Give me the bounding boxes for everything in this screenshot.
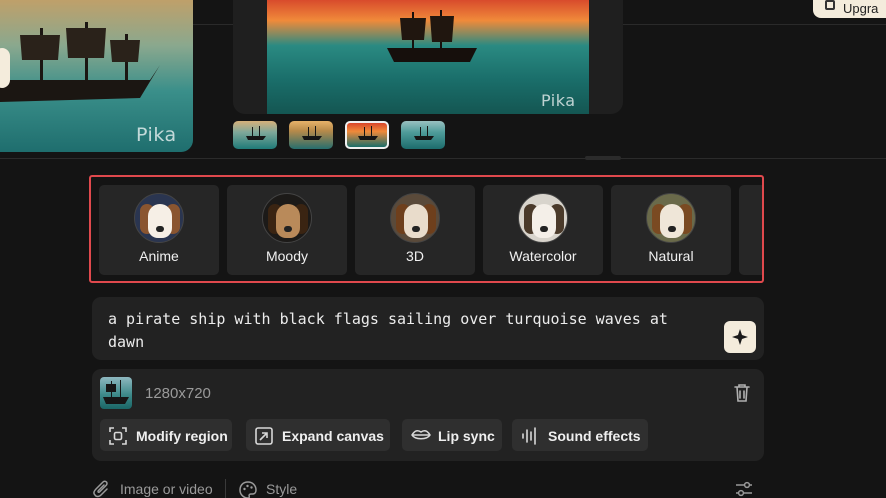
style-card-more[interactable] <box>739 185 762 275</box>
resize-grip[interactable] <box>585 156 621 160</box>
video-frame: Pika <box>267 0 589 114</box>
variation-thumbnail[interactable] <box>401 121 445 149</box>
reference-image-panel: 1280x720 Modify region Expand canvas Lip… <box>92 369 764 461</box>
upgrade-button[interactable]: Upgra <box>813 0 886 18</box>
style-button[interactable]: Style <box>239 481 298 498</box>
style-card-moody[interactable]: Moody <box>227 185 347 275</box>
sparkle-icon <box>732 329 748 345</box>
prompt-text[interactable]: a pirate ship with black flags sailing o… <box>108 308 708 354</box>
trash-icon[interactable] <box>733 383 751 403</box>
ship-illustration <box>387 10 477 62</box>
paperclip-icon <box>93 480 108 498</box>
style-card-natural[interactable]: Natural <box>611 185 731 275</box>
attach-label: Image or video <box>120 481 213 497</box>
prompt-input[interactable]: a pirate ship with black flags sailing o… <box>92 297 764 360</box>
settings-sliders-icon[interactable] <box>735 481 753 497</box>
pika-watermark: Pika <box>541 91 576 110</box>
variation-thumbnail[interactable] <box>289 121 333 149</box>
expand-canvas-label: Expand canvas <box>282 428 384 444</box>
style-card-anime[interactable]: Anime <box>99 185 219 275</box>
previous-video-card[interactable]: Pika <box>0 0 193 152</box>
style-label: Anime <box>139 248 179 264</box>
palette-icon <box>239 481 257 498</box>
lip-sync-label: Lip sync <box>438 428 495 444</box>
ship-illustration <box>0 22 160 102</box>
expand-canvas-button[interactable]: Expand canvas <box>246 419 390 451</box>
attach-image-or-video-button[interactable]: Image or video <box>93 480 213 498</box>
video-generator-page: Upgra Pika Pika Anime Moody 3D Watercolo… <box>0 0 886 498</box>
pika-watermark: Pika <box>136 124 177 146</box>
style-label: Natural <box>648 248 694 264</box>
enhance-prompt-button[interactable] <box>724 321 756 353</box>
modify-region-button[interactable]: Modify region <box>100 419 232 451</box>
style-avatar <box>262 193 312 243</box>
style-card-watercolor[interactable]: Watercolor <box>483 185 603 275</box>
style-avatar <box>646 193 696 243</box>
style-label: Style <box>266 481 298 497</box>
reference-image-thumbnail[interactable] <box>100 377 132 409</box>
ship-illustration <box>103 380 129 404</box>
main-video-card[interactable]: Pika <box>233 0 623 114</box>
image-dimensions: 1280x720 <box>145 385 211 402</box>
sound-effects-label: Sound effects <box>548 428 641 444</box>
style-picker: Anime Moody 3D Watercolor Natural <box>89 175 764 283</box>
style-avatar <box>518 193 568 243</box>
section-divider <box>0 158 886 159</box>
upgrade-label: Upgra <box>843 1 879 16</box>
expand-canvas-icon <box>255 427 273 445</box>
lip-sync-button[interactable]: Lip sync <box>402 419 502 451</box>
style-avatar <box>390 193 440 243</box>
style-label: Moody <box>265 248 309 264</box>
style-card-3d[interactable]: 3D <box>355 185 475 275</box>
footer-separator <box>225 479 226 498</box>
scroll-handle[interactable] <box>0 48 10 88</box>
style-avatar <box>134 193 184 243</box>
style-label: 3D <box>406 248 424 264</box>
sound-effects-button[interactable]: Sound effects <box>512 419 648 451</box>
waveform-icon <box>522 427 536 445</box>
crown-icon <box>825 0 835 10</box>
lips-icon <box>411 430 431 440</box>
variation-thumbnail[interactable] <box>233 121 277 149</box>
variation-thumbnail-selected[interactable] <box>345 121 389 149</box>
modify-region-icon <box>109 427 127 445</box>
style-label: Watercolor <box>509 248 577 264</box>
modify-region-label: Modify region <box>136 428 228 444</box>
